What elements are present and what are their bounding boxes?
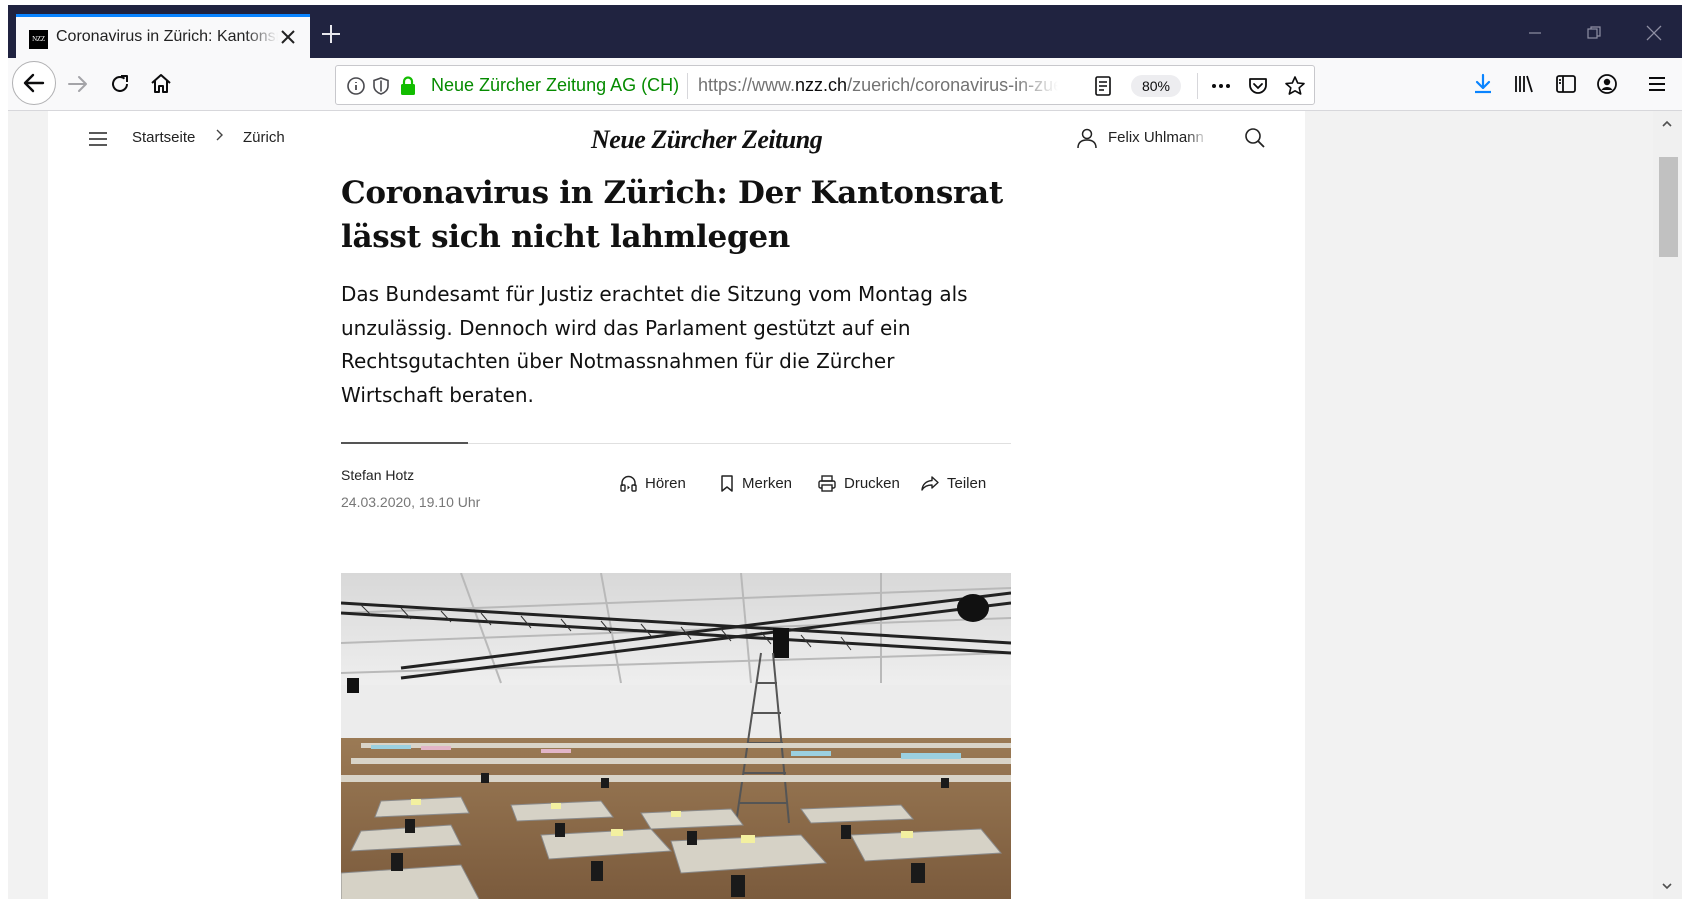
listen-button[interactable]: Hören [619,471,686,495]
download-icon[interactable] [1471,72,1495,96]
headphones-icon [620,475,637,492]
article-author[interactable]: Stefan Hotz [341,467,414,483]
share-arrow-icon [921,475,939,491]
scroll-down-arrow-icon[interactable] [1660,879,1674,893]
site-header: Startseite Zürich Neue Zürcher Zeitung F… [48,111,1305,171]
user-icon[interactable] [1076,127,1098,149]
article-lead: Das Bundesamt für Justiz erachtet die Si… [341,282,968,407]
reader-view-icon[interactable] [1092,75,1114,97]
page-actions-more-icon[interactable] [1210,75,1232,97]
bookmark-icon [721,474,733,492]
back-button[interactable] [12,61,56,105]
breadcrumb-section[interactable]: Zürich [243,129,285,146]
nzz-logo[interactable]: Neue Zürcher Zeitung [591,125,823,155]
printer-icon [818,474,836,492]
vertical-scrollbar[interactable] [1653,111,1682,899]
site-identity-label[interactable]: Neue Zürcher Zeitung AG (CH) [431,75,679,96]
article-date: 24.03.2020, 19.10 Uhr [341,494,481,510]
nzz-favicon-icon: NZZ [29,30,48,49]
article-page: Startseite Zürich Neue Zürcher Zeitung F… [48,111,1305,899]
window-edge-right [1682,0,1687,899]
article-headline: Coronavirus in Zürich: Der Kantonsrat lä… [341,175,1003,255]
listen-label: Hören [645,474,686,492]
arrow-left-icon [23,73,45,93]
url-path: /zuerich/coronavirus-in-zuerich [847,75,1058,95]
bookmark-star-icon[interactable] [1284,75,1306,97]
info-icon[interactable] [346,76,366,96]
library-icon[interactable] [1512,72,1536,96]
sidebar-icon[interactable] [1554,72,1578,96]
url-prefix: https://www. [698,75,796,95]
search-icon[interactable] [1243,126,1267,150]
url-divider-2 [1197,73,1198,99]
zoom-reset-button[interactable]: 80% [1131,75,1181,97]
share-button[interactable]: Teilen [920,471,986,495]
tab-strip: NZZ Coronavirus in Zürich: Kantonsrat lä… [8,5,1682,58]
tab-active[interactable]: NZZ Coronavirus in Zürich: Kantonsrat lä… [16,14,310,58]
home-button[interactable] [145,68,177,100]
bookmark-label: Merken [742,474,793,492]
scrollbar-thumb[interactable] [1659,157,1678,257]
url-bar[interactable]: Neue Zürcher Zeitung AG (CH) https://www… [335,65,1315,105]
minimize-icon[interactable] [1525,23,1545,43]
scroll-up-arrow-icon[interactable] [1660,117,1674,131]
meta-divider-accent [341,442,468,444]
window-edge-left [0,0,8,899]
print-button[interactable]: Drucken [817,471,900,495]
home-icon [151,74,171,93]
arrow-right-icon [68,76,87,92]
account-icon[interactable] [1595,72,1619,96]
print-label: Drucken [844,474,900,492]
user-name-link[interactable]: Felix Uhlmann [1108,129,1208,146]
url-divider [687,73,688,99]
hall-photo-illustration [341,573,1011,899]
new-tab-plus-icon[interactable] [320,23,342,45]
url-text[interactable]: https://www.nzz.ch/zuerich/coronavirus-i… [698,75,1058,96]
tab-title: Coronavirus in Zürich: Kantonsrat lässt … [56,28,278,45]
menu-icon[interactable] [88,131,108,147]
pocket-icon[interactable] [1247,75,1269,97]
bookmark-button[interactable]: Merken [719,471,792,495]
lock-icon[interactable] [398,75,418,97]
url-domain: nzz.ch [795,75,848,95]
breadcrumb-home[interactable]: Startseite [132,129,195,146]
tracking-shield-icon[interactable] [371,76,391,96]
restore-icon[interactable] [1584,23,1604,43]
navigation-toolbar: Neue Zürcher Zeitung AG (CH) https://www… [8,58,1682,111]
window-close-icon[interactable] [1644,23,1664,43]
reload-button[interactable] [104,68,136,100]
article-hero-image [341,573,1011,899]
share-label: Teilen [947,474,987,492]
app-menu-icon[interactable] [1645,72,1669,96]
chevron-right-icon [216,129,223,141]
reload-icon [112,75,128,92]
forward-button[interactable] [62,68,94,100]
close-icon[interactable] [278,27,298,47]
content-viewport: Startseite Zürich Neue Zürcher Zeitung F… [8,111,1661,899]
